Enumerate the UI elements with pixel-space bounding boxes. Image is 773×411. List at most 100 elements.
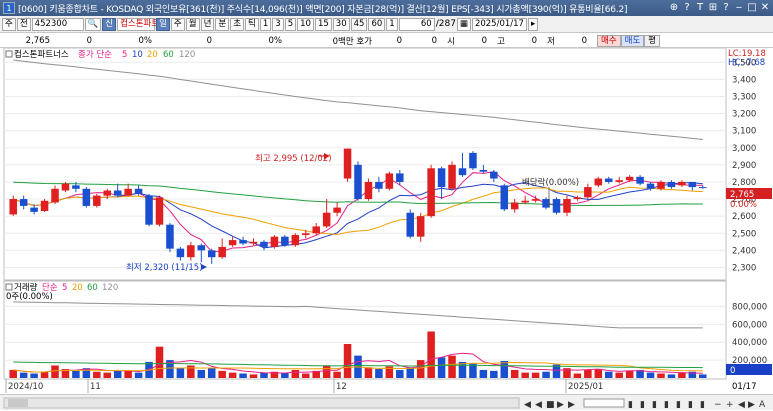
candle-body [364, 181, 373, 200]
volume-bar [490, 370, 498, 378]
week-button[interactable]: 주 [170, 17, 185, 31]
month-button[interactable]: 월 [185, 17, 200, 31]
price-tick-label: 2,400 [732, 246, 756, 256]
scroll-right-icon[interactable]: ▶ [748, 400, 755, 410]
vol-ma60-legend[interactable]: 60 [87, 283, 98, 293]
ma5-legend[interactable]: 5 [122, 50, 127, 60]
stock-name-field: 컵스톤파트 [117, 17, 159, 31]
tool-icon-3[interactable]: ▮ [652, 400, 657, 410]
nav-last-icon[interactable]: ▶ [568, 400, 575, 410]
ma120-legend[interactable]: 120 [179, 50, 195, 60]
search-icon[interactable]: 🔍 [84, 17, 102, 31]
tool-icon-6[interactable]: ▮ [688, 400, 693, 410]
vol-ma5-legend[interactable]: 5 [62, 283, 67, 293]
nav-first-icon[interactable]: ◀ [524, 400, 531, 410]
text-size-icon[interactable]: A [759, 400, 766, 410]
legend-checkbox[interactable] [5, 50, 13, 58]
tool-icon-2[interactable]: ▮ [640, 400, 645, 410]
tool-icon-4[interactable]: ▮ [664, 400, 669, 410]
candle-body [134, 188, 143, 194]
horizontal-scrollbar[interactable] [3, 397, 520, 409]
interval-5[interactable]: 5 [284, 17, 297, 31]
change-value: 0 [86, 35, 92, 46]
price-legend-ma-label[interactable]: 종가 단순 [78, 49, 112, 60]
tool-icon-5[interactable]: ▮ [676, 400, 681, 410]
text-icon[interactable]: T [694, 1, 706, 14]
vol-ma20-legend[interactable]: 20 [72, 283, 83, 293]
scroll-thumb[interactable] [8, 399, 28, 407]
candle-body [615, 180, 623, 182]
volume-bar [678, 372, 686, 378]
ma60-legend[interactable]: 60 [163, 50, 174, 60]
interval-3[interactable]: 3 [272, 17, 284, 31]
minimize-button[interactable]: ‒ [733, 1, 745, 14]
count-input[interactable]: 60 [398, 17, 435, 31]
buy-button[interactable]: 매수 [597, 34, 621, 47]
candle-body [552, 199, 561, 213]
price-tick-label: 2,300 [732, 263, 756, 273]
ma20-legend[interactable]: 20 [147, 50, 158, 60]
candle-body [469, 152, 477, 169]
high-value: 0 [481, 35, 487, 46]
price-legend-name[interactable]: 컵스톤파트너스 [14, 49, 69, 60]
tool-icon-7[interactable]: ▮ [700, 400, 705, 410]
x-axis-label: 12 [336, 382, 347, 392]
interval-dropdown[interactable]: 1 [386, 17, 398, 31]
date-input[interactable]: 2025/01/17 [471, 17, 527, 31]
minute-button[interactable]: 분 [215, 17, 230, 31]
sin-button[interactable]: 신 [102, 17, 117, 31]
ma10-legend[interactable]: 10 [132, 50, 143, 60]
zoom-slider[interactable] [583, 398, 625, 408]
interval-45[interactable]: 45 [350, 17, 368, 31]
next-button[interactable]: ▸ [527, 17, 539, 31]
current-price-tag-text: 2,765 [730, 190, 754, 200]
close-button[interactable]: ✕ [759, 1, 771, 14]
quote-infobar: 2,765 0 0% 0 0% 0백만 호가 0 0 시 0 고 0 저 0 매… [0, 34, 773, 48]
period-mode-select[interactable]: 전 [16, 17, 31, 31]
candle-body [113, 190, 122, 196]
candle-body [61, 183, 70, 191]
stock-code-input[interactable]: 452300 [31, 17, 84, 31]
nav-stop-icon[interactable]: ■ [546, 400, 555, 410]
zoom-in-icon[interactable]: + [726, 400, 734, 410]
interval-30[interactable]: 30 [332, 17, 350, 31]
flat-button[interactable]: 평 [644, 34, 661, 47]
zoom-out-icon[interactable]: − [714, 400, 722, 410]
candle-body [479, 169, 488, 172]
link-icon[interactable]: ⊕ [668, 1, 680, 14]
tool-icon-1[interactable]: ▮ [628, 400, 633, 410]
sell-button[interactable]: 매도 [620, 34, 645, 47]
nav-prev-icon[interactable]: ◀ [535, 400, 542, 410]
interval-15[interactable]: 15 [314, 17, 332, 31]
help-icon-2[interactable]: ? [720, 1, 732, 14]
scroll-left-icon[interactable]: ◀ [738, 400, 745, 410]
market-select[interactable]: 주 [2, 17, 16, 31]
calendar-icon[interactable]: ▦ [456, 17, 471, 31]
candle-body [636, 176, 644, 184]
hc-label: HC:-7.68 [728, 58, 765, 68]
window-number-badge[interactable]: 1 [3, 2, 15, 14]
nav-next-icon[interactable]: ▶ [557, 400, 564, 410]
candle-body [500, 185, 509, 210]
year-button[interactable]: 년 [200, 17, 215, 31]
maximize-button[interactable]: □ [746, 1, 758, 14]
day-button[interactable]: 일 [156, 17, 170, 31]
interval-10[interactable]: 10 [297, 17, 314, 31]
candlestick-chart[interactable]: 3,5003,4003,3003,2003,1003,0002,9002,800… [0, 48, 773, 394]
volume-bar [218, 370, 226, 378]
help-icon[interactable]: ? [681, 1, 693, 14]
interval-60[interactable]: 60 [368, 17, 386, 31]
candle-body [625, 176, 634, 181]
candle-body [40, 200, 49, 212]
vol-ma120-legend[interactable]: 120 [102, 283, 118, 293]
candle-body [82, 188, 91, 206]
chart-area[interactable]: 3,500 3,400 3,300 3,200 3,100 3,000 2,900 2,800… [0, 48, 773, 410]
interval-1[interactable]: 1 [259, 17, 272, 31]
tick-button[interactable]: 틱 [245, 17, 259, 31]
layout-icon[interactable]: ⊞ [707, 1, 719, 14]
low-annotation: 최저 2,320 (11/15) [126, 262, 203, 273]
candle-body [584, 187, 592, 198]
volume-bar [40, 371, 49, 378]
volume-legend-checkbox[interactable] [5, 283, 13, 291]
second-button[interactable]: 초 [230, 17, 245, 31]
